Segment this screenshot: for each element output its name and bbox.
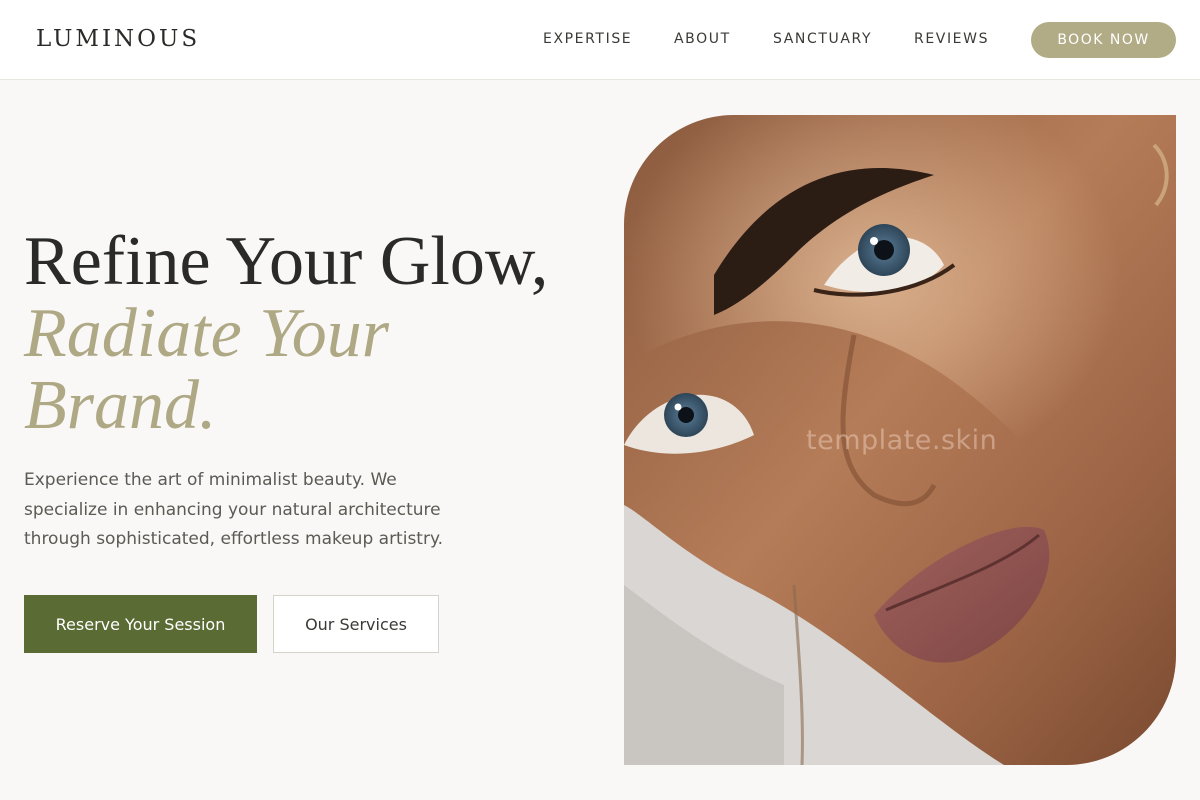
navbar: LUMINOUS EXPERTISE ABOUT SANCTUARY REVIE… xyxy=(0,0,1200,80)
our-services-button[interactable]: Our Services xyxy=(273,595,439,653)
nav-link-reviews[interactable]: REVIEWS xyxy=(914,31,989,47)
hero-title-line-3: Brand. xyxy=(24,367,217,444)
book-now-button[interactable]: BOOK NOW xyxy=(1031,22,1176,58)
reserve-session-button[interactable]: Reserve Your Session xyxy=(24,595,257,653)
nav-link-sanctuary[interactable]: SANCTUARY xyxy=(773,31,872,47)
nav-links: EXPERTISE ABOUT SANCTUARY REVIEWS xyxy=(0,31,1200,51)
hero-title: Refine Your Glow, Radiate Your Brand. xyxy=(24,226,614,442)
image-watermark: template.skin xyxy=(806,425,998,456)
nav-link-expertise[interactable]: EXPERTISE xyxy=(543,31,632,47)
hero-title-line-2: Radiate Your xyxy=(24,295,389,372)
nav-link-about[interactable]: ABOUT xyxy=(674,31,731,47)
hero-title-line-1: Refine Your Glow, xyxy=(24,223,549,300)
hero-description: Experience the art of minimalist beauty.… xyxy=(24,470,443,549)
